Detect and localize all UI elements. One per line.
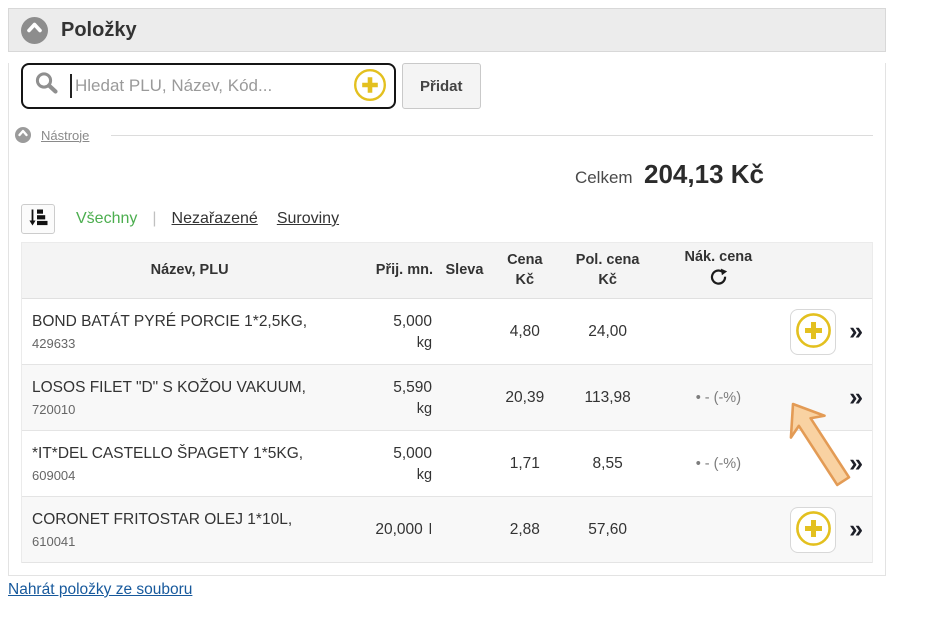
filter-row: Všechny | Nezařazené Suroviny: [21, 204, 873, 234]
search-box[interactable]: [21, 63, 396, 109]
filter-tab-all[interactable]: Všechny: [76, 210, 137, 228]
plus-circle-icon: [795, 312, 832, 352]
column-header-item-price: Pol. cena Kč: [558, 251, 658, 290]
sort-button[interactable]: [21, 204, 55, 234]
item-plu: 720010: [22, 402, 357, 417]
chevron-up-icon: [21, 14, 48, 46]
item-plu: 609004: [22, 468, 357, 483]
table-row: BOND BATÁT PYRÉ PORCIE 1*2,5KG, 429633 5…: [22, 299, 872, 365]
qty-value: 5,000: [393, 313, 432, 331]
page-title: Položky: [61, 19, 137, 42]
item-price-value: 113,98: [558, 389, 658, 407]
add-item-button[interactable]: Přidat: [402, 63, 481, 109]
panel-header: Položky: [8, 8, 886, 52]
filter-tab-unassigned[interactable]: Nezařazené: [172, 210, 258, 228]
table-row: CORONET FRITOSTAR OLEJ 1*10L, 610041 20,…: [22, 497, 872, 563]
row-add-button[interactable]: [790, 309, 836, 355]
item-name: BOND BATÁT PYRÉ PORCIE 1*2,5KG,: [22, 313, 357, 331]
item-name: CORONET FRITOSTAR OLEJ 1*10L,: [22, 511, 357, 529]
item-price-value: 24,00: [558, 323, 658, 341]
item-plu: 610041: [22, 534, 357, 549]
plus-circle-icon: [795, 510, 832, 550]
header-price-line1: Cena: [507, 251, 542, 270]
header-price-line2: Kč: [516, 271, 535, 290]
qty-value: 5,000: [393, 445, 432, 463]
items-table: Název, PLU Přij. mn. Sleva Cena Kč Pol. …: [21, 242, 873, 563]
filter-tab-ingredients[interactable]: Suroviny: [277, 210, 339, 228]
column-header-name: Název, PLU: [22, 261, 357, 280]
purchase-price-value: • - (-%): [658, 390, 780, 406]
text-caret: [70, 74, 72, 98]
items-panel: Položky Přidat: [8, 8, 886, 576]
row-add-button[interactable]: [790, 507, 836, 553]
item-plu: 429633: [22, 336, 357, 351]
collapse-tools-button[interactable]: [15, 127, 31, 143]
qty-unit: kg: [417, 467, 432, 483]
purchase-price-value: • - (-%): [658, 456, 780, 472]
panel-body: Přidat Nástroje Celkem 204,13 Kč Všechny…: [8, 63, 886, 576]
qty-unit: kg: [417, 401, 432, 417]
header-item-price-line2: Kč: [598, 271, 617, 290]
table-header-row: Název, PLU Přij. mn. Sleva Cena Kč Pol. …: [22, 243, 872, 299]
header-item-price-line1: Pol. cena: [576, 251, 640, 270]
price-value: 4,80: [492, 323, 558, 341]
table-row: *IT*DEL CASTELLO ŠPAGETY 1*5KG, 609004 5…: [22, 431, 872, 497]
filter-separator: |: [152, 210, 156, 228]
column-header-price: Cena Kč: [492, 251, 558, 290]
item-price-value: 8,55: [558, 455, 658, 473]
plus-circle-icon: [353, 68, 387, 105]
qty-value: 20,000: [375, 521, 422, 539]
column-header-discount: Sleva: [437, 261, 492, 280]
search-row: Přidat: [21, 63, 873, 109]
column-header-purchase-price: Nák. cena: [658, 248, 780, 293]
item-name: *IT*DEL CASTELLO ŠPAGETY 1*5KG,: [22, 445, 357, 463]
divider-line: [111, 135, 873, 136]
item-price-value: 57,60: [558, 521, 658, 539]
search-input[interactable]: [75, 76, 353, 96]
qty-value: 5,590: [393, 379, 432, 397]
search-icon: [33, 70, 60, 102]
price-value: 20,39: [492, 389, 558, 407]
tools-row: Nástroje: [15, 127, 873, 143]
header-purchase-label: Nák. cena: [684, 248, 752, 267]
price-value: 1,71: [492, 455, 558, 473]
refresh-icon[interactable]: [709, 268, 728, 293]
upload-items-link[interactable]: Nahrát položky ze souboru: [8, 581, 192, 599]
expand-row-chevron[interactable]: »: [849, 451, 867, 476]
total-row: Celkem 204,13 Kč: [9, 159, 885, 194]
expand-row-chevron[interactable]: »: [849, 517, 867, 542]
expand-row-chevron[interactable]: »: [849, 319, 867, 344]
search-add-button[interactable]: [353, 68, 387, 105]
tools-link[interactable]: Nástroje: [41, 128, 89, 143]
item-name: LOSOS FILET "D" S KOŽOU VAKUUM,: [22, 379, 357, 397]
table-row: LOSOS FILET "D" S KOŽOU VAKUUM, 720010 5…: [22, 365, 872, 431]
column-header-received-qty: Přij. mn.: [357, 261, 437, 280]
total-label: Celkem: [575, 168, 633, 187]
collapse-panel-button[interactable]: [21, 17, 48, 44]
qty-unit: kg: [417, 335, 432, 351]
price-value: 2,88: [492, 521, 558, 539]
chevron-up-icon: [15, 125, 31, 146]
qty-unit: l: [429, 522, 432, 538]
total-value: 204,13 Kč: [644, 159, 764, 189]
expand-row-chevron[interactable]: »: [849, 385, 867, 410]
sort-descending-icon: [28, 208, 48, 230]
